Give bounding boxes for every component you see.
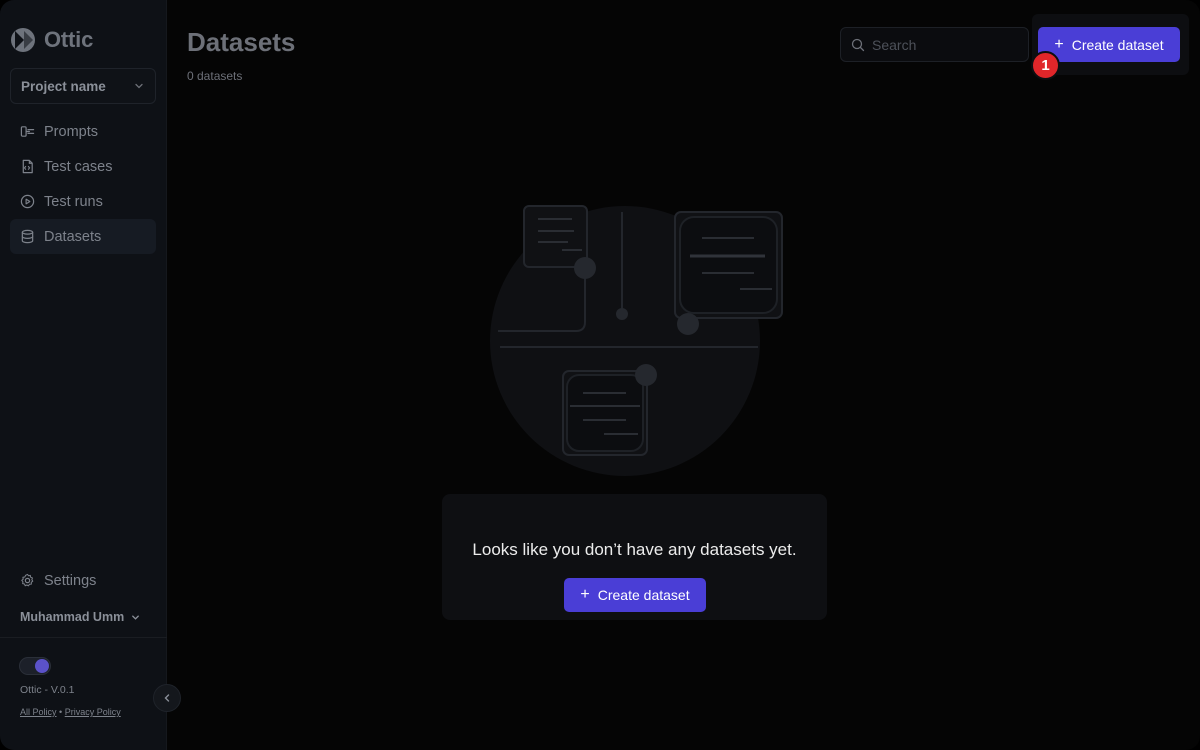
all-policy-link[interactable]: All Policy (20, 707, 57, 717)
create-dataset-button[interactable]: + Create dataset (1038, 27, 1180, 62)
create-dataset-label: Create dataset (1071, 36, 1164, 53)
sidebar-nav: Prompts Test cases Test runs Datasets (10, 114, 156, 254)
sidebar-item-datasets[interactable]: Datasets (10, 219, 156, 254)
project-select[interactable]: Project name (10, 68, 156, 104)
sidebar-item-test-runs[interactable]: Test runs (10, 184, 156, 219)
empty-state-message: Looks like you don’t have any datasets y… (472, 540, 797, 559)
sidebar-divider (0, 637, 167, 638)
sidebar-item-prompts[interactable]: Prompts (10, 114, 156, 149)
prompts-icon (20, 124, 35, 139)
plus-icon: + (1054, 35, 1064, 53)
gear-icon (20, 573, 35, 588)
app-name: Ottic (44, 27, 94, 52)
search-icon (851, 38, 865, 51)
sidebar-item-settings[interactable]: Settings (10, 563, 156, 598)
empty-state-create-dataset-button[interactable]: + Create dataset (564, 578, 706, 612)
step-badge: 1 (1031, 51, 1060, 80)
sidebar-item-label: Test runs (44, 193, 103, 210)
app-logo[interactable]: Ottic (10, 26, 93, 54)
sidebar-item-label: Prompts (44, 123, 98, 140)
app-window: Ottic Project name Prompts Test cases Te… (0, 0, 1200, 750)
sidebar: Ottic Project name Prompts Test cases Te… (0, 0, 167, 750)
search-input[interactable] (872, 36, 1022, 53)
project-name: Project name (21, 78, 106, 94)
create-dataset-label: Create dataset (597, 587, 690, 603)
user-menu[interactable]: Muhammad Umm (20, 610, 141, 624)
plus-icon: + (580, 586, 590, 603)
user-name: Muhammad Umm (20, 610, 125, 624)
chevron-down-icon (130, 612, 141, 623)
empty-datasets-illustration (490, 205, 783, 476)
database-icon (20, 229, 35, 244)
privacy-policy-link[interactable]: Privacy Policy (65, 707, 121, 717)
settings-label: Settings (44, 572, 97, 589)
sidebar-item-label: Test cases (44, 158, 113, 175)
page-title: Datasets (187, 27, 296, 57)
test-cases-icon (20, 159, 35, 174)
footer-links: All Policy • Privacy Policy (20, 707, 121, 717)
chevron-down-icon (135, 83, 143, 89)
dataset-count: 0 datasets (187, 69, 243, 83)
link-separator: • (59, 707, 63, 717)
empty-state-card: Looks like you don’t have any datasets y… (442, 494, 827, 620)
collapse-sidebar-button[interactable] (153, 684, 181, 712)
moon-icon (35, 659, 49, 673)
ottic-logo-icon (11, 28, 35, 52)
sidebar-item-test-cases[interactable]: Test cases (10, 149, 156, 184)
search-box[interactable] (840, 27, 1029, 62)
play-circle-icon (20, 194, 35, 209)
theme-toggle[interactable] (19, 657, 51, 675)
chevron-left-icon (164, 694, 170, 702)
version-label: Ottic - V.0.1 (20, 684, 75, 696)
sidebar-item-label: Datasets (44, 228, 102, 245)
